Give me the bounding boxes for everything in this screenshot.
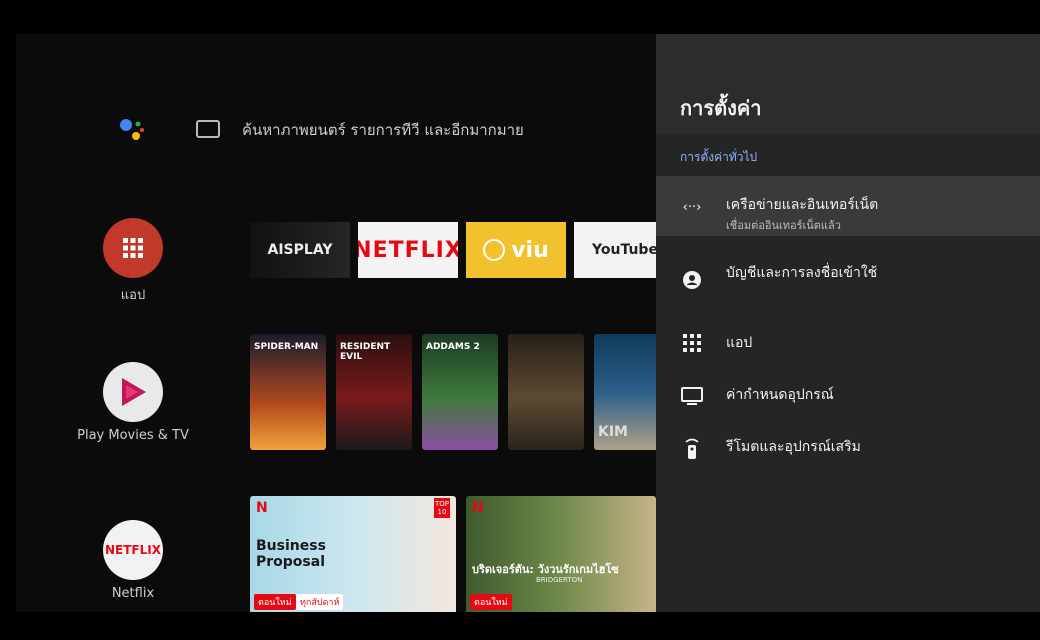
settings-item-device-preferences[interactable]: ค่ากำหนดอุปกรณ์ [656, 364, 1040, 424]
poster-drama[interactable] [508, 334, 584, 450]
rail-netflix[interactable]: NETFLIX Netflix [68, 520, 198, 601]
google-assistant-icon[interactable] [116, 114, 146, 144]
app-viu[interactable]: viu [466, 222, 566, 278]
android-tv-home: ค้นหาภาพยนตร์ รายการทีวี และอีกมากมาย แอ… [16, 34, 1040, 612]
netflix-n-icon: N [472, 500, 484, 516]
app-youtube[interactable]: YouTube [574, 222, 656, 278]
settings-panel: การตั้งค่า การตั้งค่าทั่วไป ‹··› เครือข่… [656, 34, 1040, 612]
settings-item-title: แอป [726, 335, 753, 351]
rail-play-movies-label: Play Movies & TV [77, 428, 189, 443]
poster-title: ADDAMS 2 [426, 342, 480, 352]
poster-title: RESIDENT EVIL [340, 342, 391, 362]
settings-item-title: บัญชีและการลงชื่อเข้าใช้ [726, 265, 878, 281]
netflix-logo-text: NETFLIX [105, 543, 161, 557]
apps-grid-icon [680, 334, 704, 354]
settings-item-network[interactable]: ‹··› เครือข่ายและอินเทอร์เน็ต เชื่อมต่ออ… [656, 176, 1040, 236]
poster-spiderman[interactable]: SPIDER-MAN [250, 334, 326, 450]
network-icon: ‹··› [682, 200, 702, 215]
rail-apps[interactable]: แอป [68, 218, 198, 305]
settings-item-title: รีโมตและอุปกรณ์เสริม [726, 439, 861, 455]
app-netflix[interactable]: NETFLIX [358, 222, 458, 278]
card-title: Business Proposal [256, 538, 326, 570]
app-youtube-label: YouTube [592, 242, 656, 258]
settings-item-title: ค่ากำหนดอุปกรณ์ [726, 387, 834, 403]
tv-icon [680, 386, 704, 406]
play-movies-icon [103, 362, 163, 422]
settings-item-apps[interactable]: แอป [656, 312, 1040, 372]
card-business-proposal[interactable]: N TOP 10 Business Proposal ตอนใหม่ ทุกสั… [250, 496, 456, 612]
app-aisplay-label: AISPLAY [267, 242, 333, 258]
tv-frame: ค้นหาภาพยนตร์ รายการทีวี และอีกมากมาย แอ… [0, 0, 1040, 640]
poster-resident-evil[interactable]: RESIDENT EVIL [336, 334, 412, 450]
viu-play-icon [483, 239, 506, 261]
rail-apps-label: แอป [120, 288, 146, 303]
rail-play-movies[interactable]: Play Movies & TV [68, 362, 198, 443]
settings-item-remotes[interactable]: รีโมตและอุปกรณ์เสริม [656, 416, 1040, 476]
poster-title: SPIDER-MAN [254, 342, 319, 352]
new-episode-badge: ตอนใหม่ [470, 594, 512, 610]
top10-badge: TOP 10 [434, 498, 450, 518]
netflix-n-icon: N [256, 500, 268, 516]
poster-title: KIM [598, 424, 628, 440]
poster-addams-2[interactable]: ADDAMS 2 [422, 334, 498, 450]
netflix-logo: NETFLIX [103, 520, 163, 580]
app-viu-label: viu [511, 237, 549, 263]
account-icon [680, 270, 704, 290]
app-aisplay[interactable]: AISPLAY [250, 222, 350, 278]
new-episode-badge: ตอนใหม่ [254, 594, 296, 610]
card-bridgerton[interactable]: N บริดเจอร์ตัน: วังวนรักเกมไฮโซ BRIDGERT… [466, 496, 656, 612]
keyboard-icon[interactable] [196, 120, 220, 138]
settings-item-title: เครือข่ายและอินเทอร์เน็ต [726, 197, 879, 213]
weekly-badge: ทุกสัปดาห์ [296, 594, 344, 610]
card-subtitle: BRIDGERTON [536, 576, 583, 584]
poster-kim[interactable]: KIM [594, 334, 656, 450]
search-prompt[interactable]: ค้นหาภาพยนตร์ รายการทีวี และอีกมากมาย [242, 118, 524, 142]
settings-title: การตั้งค่า [680, 96, 762, 120]
section-general-settings: การตั้งค่าทั่วไป [680, 150, 758, 164]
settings-item-subtitle: เชื่อมต่ออินเทอร์เน็ตแล้ว [726, 219, 841, 232]
remote-icon [680, 438, 704, 459]
app-netflix-label: NETFLIX [358, 237, 458, 263]
rail-netflix-label: Netflix [111, 586, 155, 601]
settings-item-accounts[interactable]: บัญชีและการลงชื่อเข้าใช้ [656, 248, 1040, 308]
apps-grid-icon [103, 218, 163, 278]
